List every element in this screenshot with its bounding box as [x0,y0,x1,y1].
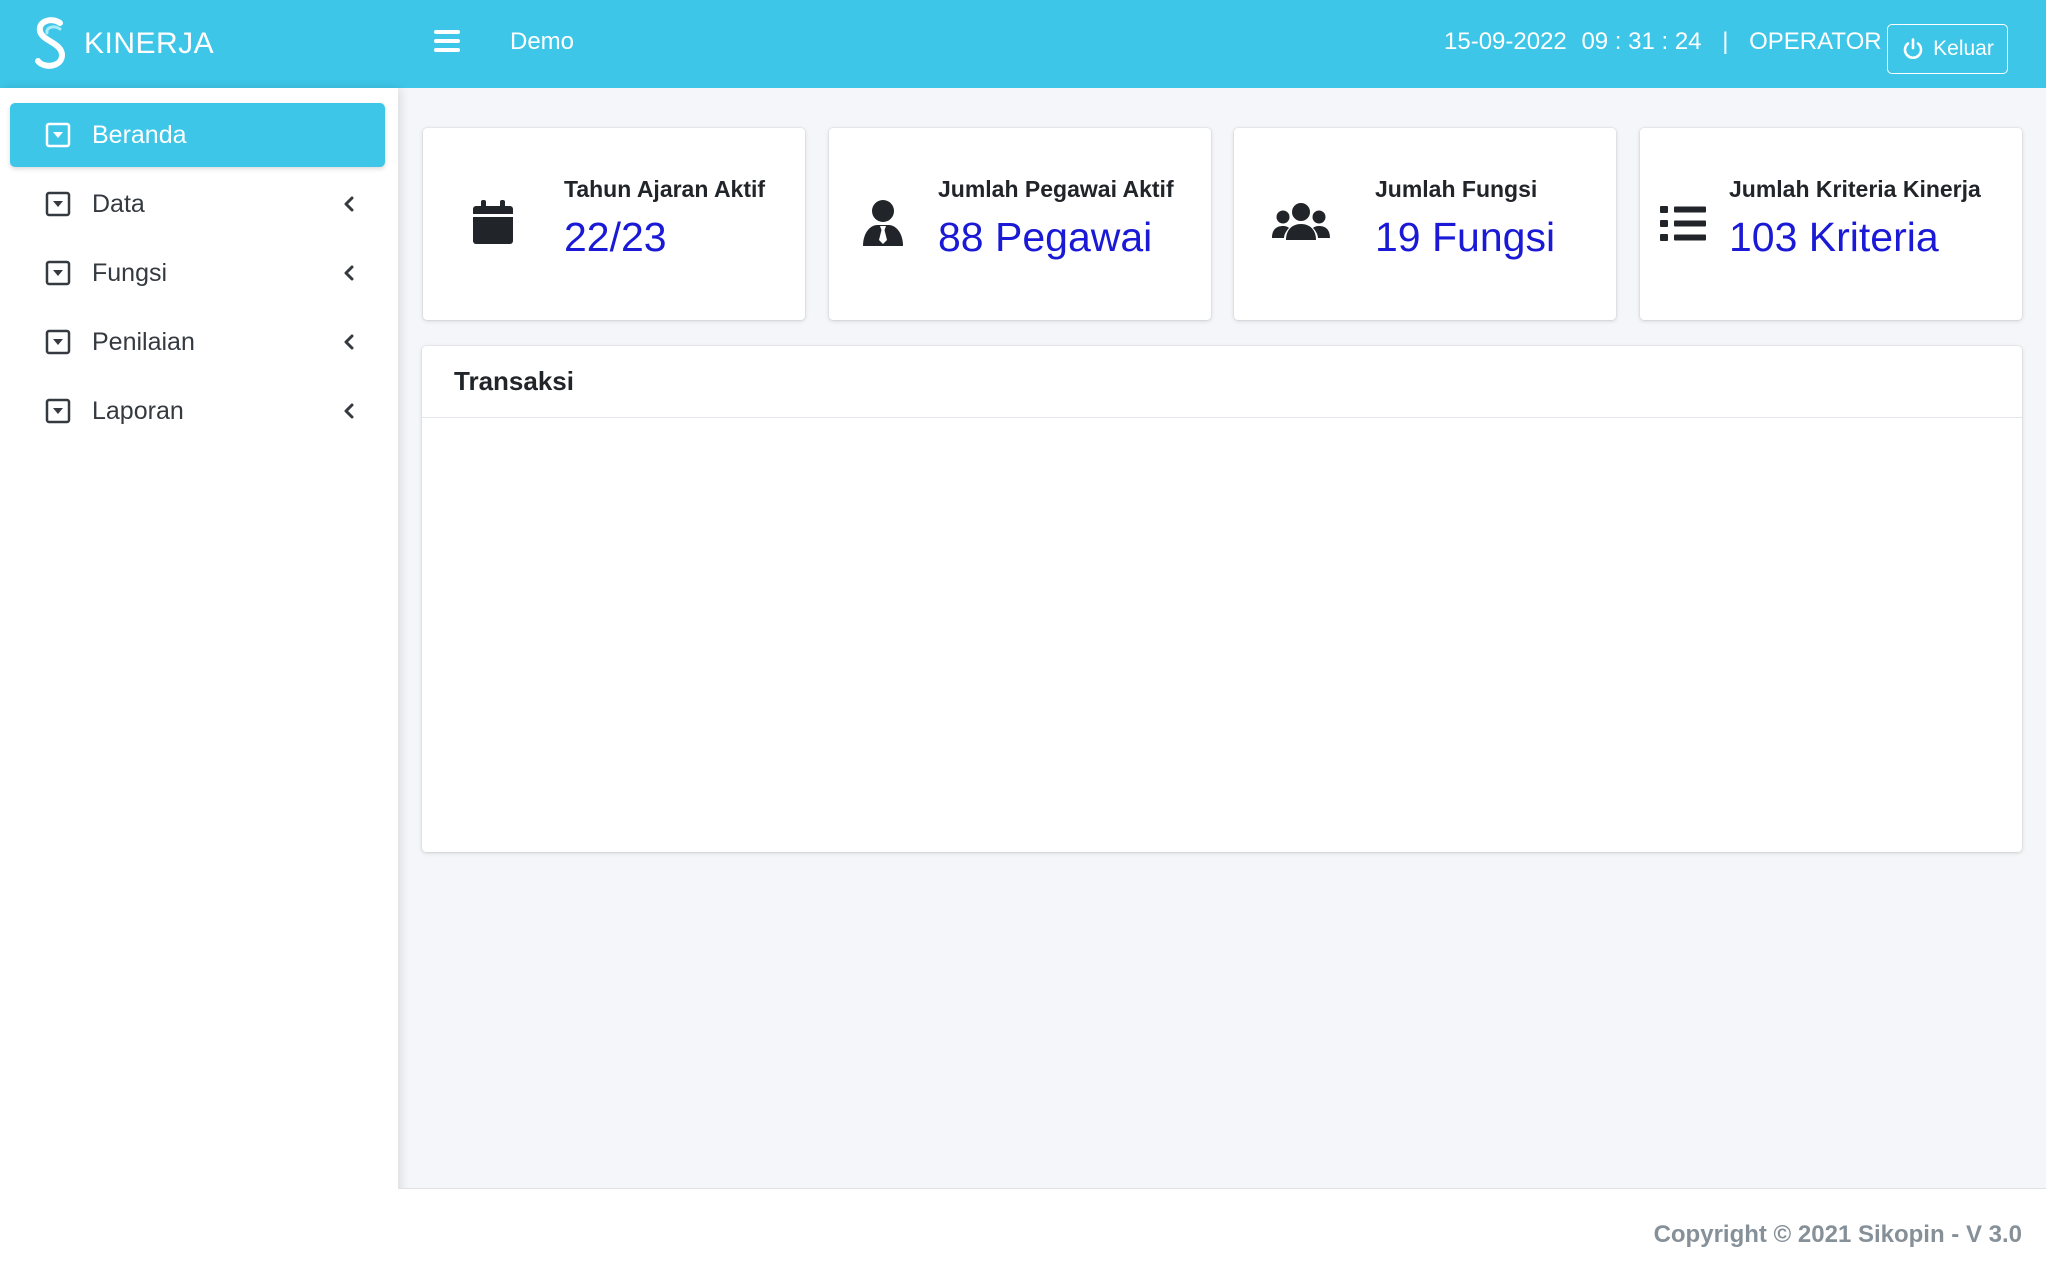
list-icon [1660,206,1706,241]
sidebar-item-data[interactable]: Data [10,172,385,236]
caret-square-down-icon [45,398,71,424]
card-value: 88 Pegawai [938,214,1153,260]
card-label: Tahun Ajaran Aktif [564,176,766,202]
chevron-left-icon [344,265,354,281]
card-kriteria: Jumlah Kriteria Kinerja 103 Kriteria [1640,128,2022,320]
users-icon [1272,203,1330,240]
card-label: Jumlah Fungsi [1375,176,1538,202]
calendar-icon [473,200,513,244]
chevron-left-icon [344,334,354,350]
sidebar-item-laporan[interactable]: Laporan [10,379,385,443]
logout-label: Keluar [1933,37,1994,60]
current-time: 09 : 31 : 24 [1581,28,1702,55]
brand-name: KINERJA [84,27,215,60]
sidebar-item-label: Data [92,189,145,218]
sidebar-item-label: Laporan [92,396,184,425]
card-fungsi: Jumlah Fungsi 19 Fungsi [1234,128,1616,320]
sidebar: Beranda Data Fungsi Penilaian Laporan [0,88,398,1278]
sidebar-item-label: Fungsi [92,258,168,287]
current-date: 15-09-2022 [1444,28,1567,55]
school-name: Demo [510,28,575,55]
card-value: 103 Kriteria [1729,214,1939,260]
card-tahun-ajaran: Tahun Ajaran Aktif 22/23 [423,128,805,320]
sidebar-item-beranda[interactable]: Beranda [10,103,385,167]
caret-square-down-icon [45,329,71,355]
card-value: 19 Fungsi [1375,214,1556,260]
panel-title: Transaksi [422,346,2022,418]
user-role: OPERATOR [1749,28,1882,55]
card-value: 22/23 [564,214,667,260]
card-label: Jumlah Pegawai Aktif [938,176,1174,202]
sidebar-item-fungsi[interactable]: Fungsi [10,241,385,305]
card-label: Jumlah Kriteria Kinerja [1729,176,1981,202]
brand[interactable]: KINERJA [30,0,214,88]
chevron-left-icon [344,403,354,419]
footer: Copyright © 2021 Sikopin - V 3.0 [398,1188,2046,1278]
copyright-text: Copyright © 2021 Sikopin - V 3.0 [1653,1221,2022,1248]
logout-button[interactable]: Keluar [1887,24,2008,74]
menu-toggle-icon[interactable] [434,30,460,56]
datetime-role: 15-09-2022 09 : 31 : 24 | OPERATOR [1444,28,1882,56]
caret-square-down-icon [45,122,71,148]
power-icon [1903,38,1923,59]
logo-icon [35,17,66,69]
sidebar-item-label: Beranda [92,120,187,149]
sidebar-item-penilaian[interactable]: Penilaian [10,310,385,374]
transaksi-panel: Transaksi [422,346,2022,852]
sidebar-item-label: Penilaian [92,327,195,356]
user-tie-icon [863,200,903,246]
caret-square-down-icon [45,191,71,217]
card-pegawai: Jumlah Pegawai Aktif 88 Pegawai [829,128,1211,320]
top-navbar: KINERJA Demo 15-09-2022 09 : 31 : 24 | O… [0,0,2046,88]
separator: | [1722,28,1729,55]
caret-square-down-icon [45,260,71,286]
chevron-left-icon [344,196,354,212]
